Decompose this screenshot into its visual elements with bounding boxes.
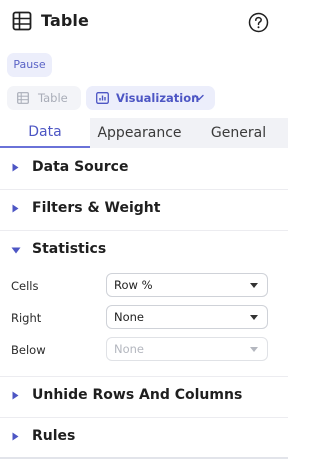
panel-header: Table (0, 0, 288, 44)
visualization-dropdown[interactable]: Visualization (86, 86, 215, 110)
dropdown-arrow-icon (250, 283, 258, 288)
table-icon (12, 11, 32, 31)
section-label: Rules (32, 428, 76, 444)
right-value: None (114, 310, 145, 324)
below-select: None (106, 337, 268, 361)
table-view-button[interactable]: Table (7, 86, 81, 110)
section-label: Data Source (32, 159, 129, 175)
caret-right-icon (12, 204, 19, 213)
section-data-source[interactable]: Data Source (0, 148, 288, 188)
caret-right-icon (12, 432, 19, 441)
help-icon[interactable] (248, 12, 269, 33)
section-unhide-rows-columns[interactable]: Unhide Rows And Columns (0, 376, 288, 416)
chevron-down-icon (194, 94, 204, 101)
right-select[interactable]: None (106, 305, 268, 329)
right-label: Right (11, 311, 42, 325)
below-value: None (114, 342, 145, 356)
section-label: Statistics (32, 241, 107, 257)
section-filters-weight[interactable]: Filters & Weight (0, 189, 288, 229)
cells-select[interactable]: Row % (106, 273, 268, 297)
tab-data[interactable]: Data (0, 118, 90, 148)
section-rules[interactable]: Rules (0, 417, 288, 457)
tab-bar: Data Appearance General (0, 118, 288, 148)
visualization-label: Visualization (116, 91, 200, 105)
caret-right-icon (12, 163, 19, 172)
section-statistics[interactable]: Statistics (0, 230, 288, 270)
table-view-label: Table (38, 91, 68, 105)
below-label: Below (11, 343, 46, 357)
cells-label: Cells (11, 279, 39, 293)
chart-icon (96, 92, 109, 104)
panel-title: Table (41, 11, 89, 30)
table-small-icon (17, 92, 29, 104)
caret-right-icon (12, 391, 19, 400)
dropdown-arrow-icon (250, 315, 258, 320)
tab-appearance[interactable]: Appearance (90, 118, 189, 148)
section-label: Filters & Weight (32, 200, 161, 216)
cells-value: Row % (114, 278, 153, 292)
caret-down-icon (11, 247, 21, 254)
section-label: Unhide Rows And Columns (32, 387, 243, 403)
dropdown-arrow-icon (250, 347, 258, 352)
pause-button[interactable]: Pause (7, 53, 52, 77)
tab-general[interactable]: General (189, 118, 288, 148)
